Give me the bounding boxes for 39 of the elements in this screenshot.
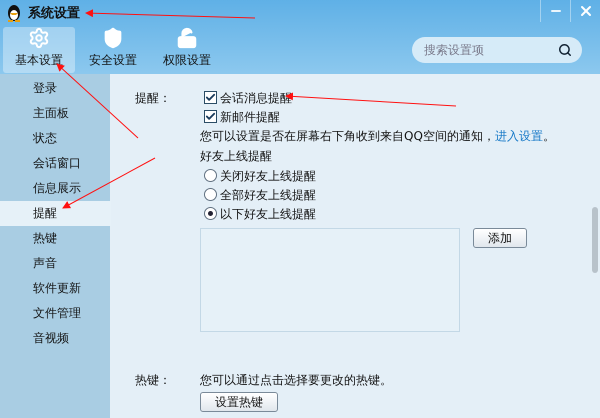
radio-button[interactable]	[204, 188, 217, 201]
section-label: 提醒：	[135, 90, 172, 107]
sidebar-item[interactable]: 声音	[0, 251, 110, 276]
sidebar-item[interactable]: 主面板	[0, 101, 110, 126]
toolbar-tab[interactable]: 权限设置	[151, 27, 223, 73]
group-title: 好友上线提醒	[200, 148, 272, 165]
shield-icon	[102, 27, 124, 49]
sidebar-item[interactable]: 信息展示	[0, 176, 110, 201]
sidebar-item[interactable]: 状态	[0, 126, 110, 151]
search-field[interactable]: 搜索设置项	[412, 37, 582, 63]
section-label: 热键：	[135, 372, 172, 389]
sidebar-item[interactable]: 热键	[0, 226, 110, 251]
radio-label: 以下好友上线提醒	[220, 206, 316, 222]
sidebar-item[interactable]: 文件管理	[0, 301, 110, 326]
scrollbar-thumb[interactable]	[592, 207, 598, 273]
sidebar-item[interactable]: 登录	[0, 76, 110, 101]
checkbox-label: 新邮件提醒	[220, 108, 280, 126]
radio-label: 全部好友上线提醒	[220, 186, 316, 204]
gear-icon	[28, 27, 50, 49]
window-title: 系统设置	[28, 4, 80, 22]
settings-link[interactable]: 进入设置	[494, 129, 543, 143]
radio-label: 关闭好友上线提醒	[220, 168, 316, 184]
sidebar-item[interactable]: 提醒	[0, 201, 111, 226]
search-icon	[558, 43, 572, 57]
penguin-icon	[6, 4, 22, 22]
checkbox[interactable]	[204, 91, 217, 104]
checkbox[interactable]	[204, 110, 217, 123]
radio-button[interactable]	[204, 207, 217, 220]
toolbar-tab[interactable]: 基本设置	[3, 27, 75, 73]
sidebar-item[interactable]: 音视频	[0, 326, 110, 351]
add-button[interactable]: 添加	[473, 228, 527, 248]
hotkey-text: 您可以通过点击选择要更改的热键。	[200, 372, 392, 389]
toolbar-tab[interactable]: 安全设置	[77, 27, 149, 73]
set-hotkey-button[interactable]: 设置热键	[200, 392, 278, 412]
sidebar-item[interactable]: 会话窗口	[0, 151, 110, 176]
radio-button[interactable]	[204, 169, 217, 182]
notice-text: 您可以设置是否在屏幕右下角收到来自QQ空间的通知，进入设置。	[200, 128, 555, 145]
sidebar-item[interactable]: 软件更新	[0, 276, 110, 301]
padlock-icon	[176, 27, 198, 49]
